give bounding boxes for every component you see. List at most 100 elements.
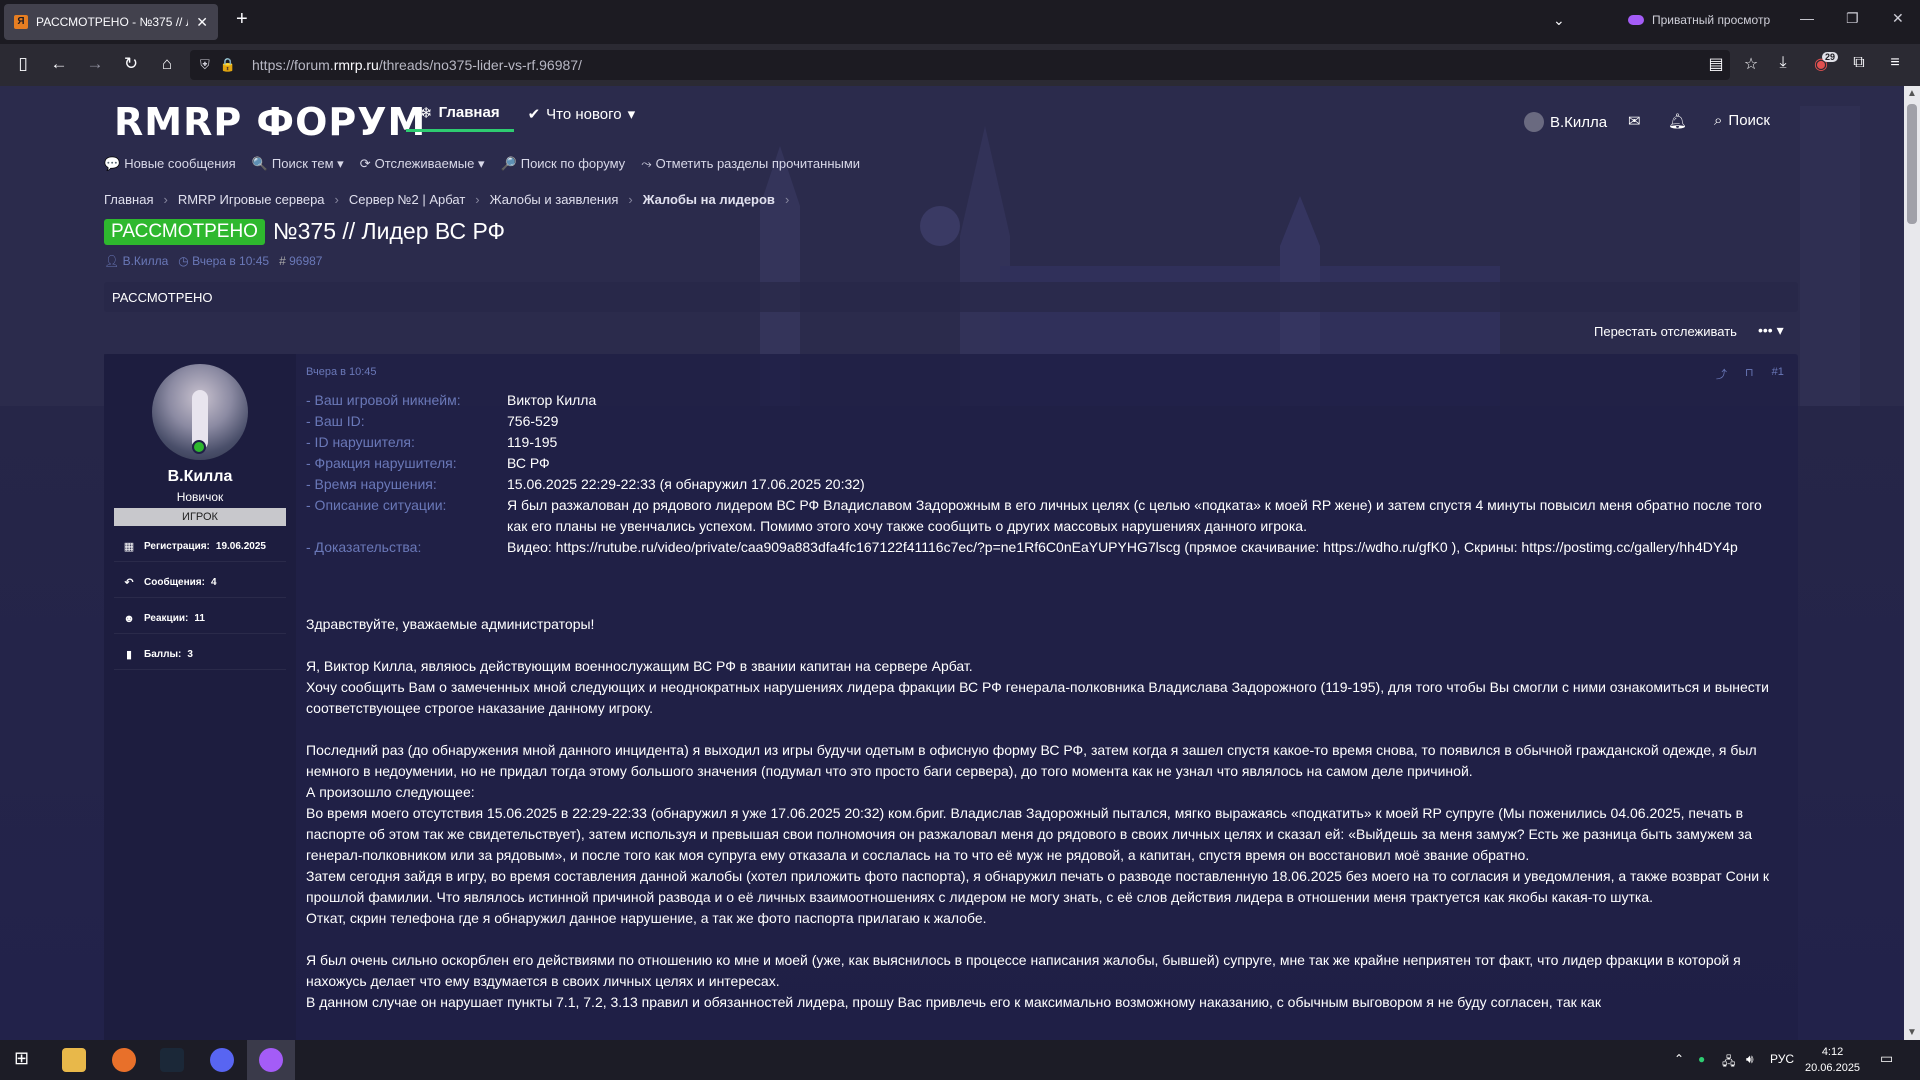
stat-value: 3: [187, 649, 193, 660]
reload-icon[interactable]: ↻: [120, 54, 142, 74]
app-menu-icon[interactable]: ≡: [1884, 54, 1906, 72]
post-time[interactable]: Вчера в 10:45: [306, 366, 377, 378]
snowflake-icon: ❄: [420, 104, 433, 122]
form-label: - Время нарушения:: [306, 476, 437, 492]
stat-label: Регистрация:: [144, 541, 210, 552]
alerts-bell-icon[interactable]: 🔔︎: [1668, 112, 1687, 130]
downloads-icon[interactable]: ⤓: [1772, 54, 1794, 72]
nav-home[interactable]: ❄ Главная: [406, 96, 514, 132]
system-clock[interactable]: 4:12 20.06.2025: [1805, 1044, 1860, 1076]
bookmark-star-icon[interactable]: ☆: [1740, 54, 1762, 74]
user-avatar-small: [1524, 112, 1544, 132]
subnav-find-threads-label: Поиск тем: [271, 156, 334, 171]
stat-value: 4: [210, 577, 217, 588]
shield-lock-icon[interactable]: ⛨🔒: [200, 57, 246, 73]
form-value[interactable]: Видео: https://rutube.ru/video/private/c…: [507, 537, 1738, 558]
thread-title-row: РАССМОТРЕНО №375 // Лидер ВС РФ: [104, 218, 505, 245]
scroll-up-icon[interactable]: ▲: [1907, 88, 1917, 99]
post-paragraph: Откат, скрин телефона где я обнаружил да…: [306, 910, 987, 926]
forward-arrow-icon[interactable]: →: [84, 54, 106, 74]
tab-close-icon[interactable]: ✕: [196, 14, 208, 31]
complaint-form: - Ваш игровой никнейм: Виктор Килла - Ваш…: [306, 390, 1786, 558]
sidebar-toggle-icon[interactable]: ▯: [12, 54, 34, 74]
minimize-icon[interactable]: —: [1800, 10, 1814, 26]
user-name-label: В.Килла: [1550, 113, 1608, 131]
inbox-mail-icon[interactable]: ✉: [1628, 112, 1641, 130]
meta-author[interactable]: 👤︎ В.Килла: [104, 254, 168, 268]
form-row: - Ваш ID: 756-529: [306, 411, 1786, 432]
search-button[interactable]: ⌕ Поиск: [1714, 112, 1770, 129]
firefox-icon[interactable]: [112, 1048, 136, 1072]
breadcrumb-server2[interactable]: Сервер №2 | Арбат: [349, 192, 465, 207]
site-logo[interactable]: RMRP ФОРУМ: [114, 100, 426, 144]
post-author-name[interactable]: В.Килла: [104, 468, 296, 486]
clock-time: 4:12: [1821, 1046, 1844, 1058]
subnav-new-posts[interactable]: 💬 Новые сообщения: [104, 156, 236, 172]
url-bar[interactable]: https://forum. rmrp.ru/threads/no375-lide…: [190, 50, 1730, 80]
subnav-find-threads[interactable]: 🔍 Поиск тем ▾: [252, 156, 344, 172]
windows-start-icon[interactable]: ⊞: [14, 1048, 29, 1069]
check-icon: ✔: [527, 106, 541, 123]
form-row: - Описание ситуации: Я был разжалован до …: [306, 495, 1786, 537]
url-host: rmrp.ru: [333, 57, 379, 73]
subnav-mark-read-label: Отметить разделы прочитанными: [655, 156, 861, 171]
back-arrow-icon[interactable]: ←: [48, 54, 70, 74]
restore-icon[interactable]: ❐: [1846, 10, 1859, 27]
scrollbar-thumb[interactable]: [1907, 104, 1917, 224]
new-tab-button[interactable]: +: [236, 8, 248, 31]
window-close-icon[interactable]: ✕: [1892, 10, 1904, 27]
network-icon[interactable]: 🖧︎: [1722, 1052, 1735, 1073]
chevron-down-icon[interactable]: ▾: [628, 105, 636, 123]
meta-id[interactable]: # 96987: [279, 254, 322, 268]
file-explorer-icon[interactable]: [62, 1048, 86, 1072]
clock-icon: ◷: [178, 254, 189, 268]
notifications-icon[interactable]: ▭: [1880, 1050, 1893, 1067]
tray-chevron-up-icon[interactable]: ⌃: [1674, 1052, 1684, 1066]
firefox-private-icon[interactable]: [259, 1048, 283, 1072]
browser-tab-active[interactable]: Я РАССМОТРЕНО - №375 // Лид ✕: [4, 4, 218, 40]
volume-icon[interactable]: 🔊︎: [1746, 1052, 1754, 1067]
hash-icon: #: [279, 254, 286, 268]
browser-navbar: ▯ ← → ↻ ⌂ https://forum. rmrp.ru/threads/…: [0, 44, 1920, 86]
breadcrumb-servers[interactable]: RMRP Игровые сервера: [178, 192, 325, 207]
forum-page: RMRP ФОРУМ ❄ Главная ✔ Что нового ▾ В.Ки…: [0, 86, 1904, 1040]
subnav-search-forums[interactable]: 🔎 Поиск по форуму: [501, 156, 626, 172]
stat-label: Сообщения:: [144, 577, 205, 588]
subnav-watched[interactable]: ⟳ Отслеживаемые ▾: [360, 156, 485, 172]
nav-whats-new-label: Что нового: [546, 105, 622, 123]
bookmark-icon[interactable]: ⊓: [1745, 366, 1754, 382]
os-taskbar: ⊞ ⌃ ● 🖧︎ 🔊︎ РУС 4:12 20.06.2025 ▭: [0, 1040, 1920, 1080]
post-author-title: Новичок: [176, 490, 224, 504]
nav-whats-new[interactable]: ✔ Что нового ▾: [514, 96, 650, 132]
breadcrumb-leader-complaints[interactable]: Жалобы на лидеров: [643, 192, 775, 207]
share-icon[interactable]: ⤴: [1716, 366, 1727, 382]
post-text: Здравствуйте, уважаемые администраторы! …: [306, 614, 1786, 1013]
user-stat-messages: ↶ Сообщения: 4: [114, 568, 286, 598]
subnav-mark-read[interactable]: ⤳ Отметить разделы прочитанными: [641, 156, 860, 172]
extensions-puzzle-icon[interactable]: ⧉: [1848, 54, 1870, 72]
user-menu[interactable]: В.Килла: [1524, 112, 1607, 132]
clock-date: 20.06.2025: [1805, 1062, 1861, 1074]
breadcrumb-home[interactable]: Главная: [104, 192, 153, 207]
reader-view-icon[interactable]: ▤: [1705, 54, 1727, 74]
steam-icon[interactable]: [160, 1048, 184, 1072]
post-paragraph: А произошло следующее:: [306, 784, 475, 800]
tab-list-chevron-icon[interactable]: ⌄: [1553, 12, 1565, 29]
breadcrumb-separator: ›: [334, 192, 339, 207]
stat-value: 11: [194, 613, 205, 624]
home-icon[interactable]: ⌂: [156, 54, 178, 74]
page-scrollbar[interactable]: ▲ ▼: [1904, 86, 1920, 1040]
form-value: 119-195: [507, 434, 558, 450]
discord-icon[interactable]: [210, 1048, 234, 1072]
more-options-icon[interactable]: ••• ▾: [1758, 322, 1784, 339]
post-number[interactable]: #1: [1772, 366, 1784, 382]
tray-app-icon[interactable]: ●: [1698, 1052, 1705, 1066]
scroll-down-icon[interactable]: ▼: [1907, 1027, 1917, 1038]
meta-time[interactable]: ◷ Вчера в 10:45: [178, 254, 269, 268]
unwatch-button[interactable]: Перестать отслеживать: [1594, 324, 1737, 339]
input-language[interactable]: РУС: [1770, 1052, 1794, 1066]
search-icon: ⌕: [1714, 112, 1723, 129]
breadcrumb-complaints[interactable]: Жалобы и заявления: [490, 192, 619, 207]
form-value: Виктор Килла: [507, 392, 597, 408]
thread-status-notice: РАССМОТРЕНО: [104, 282, 1798, 312]
